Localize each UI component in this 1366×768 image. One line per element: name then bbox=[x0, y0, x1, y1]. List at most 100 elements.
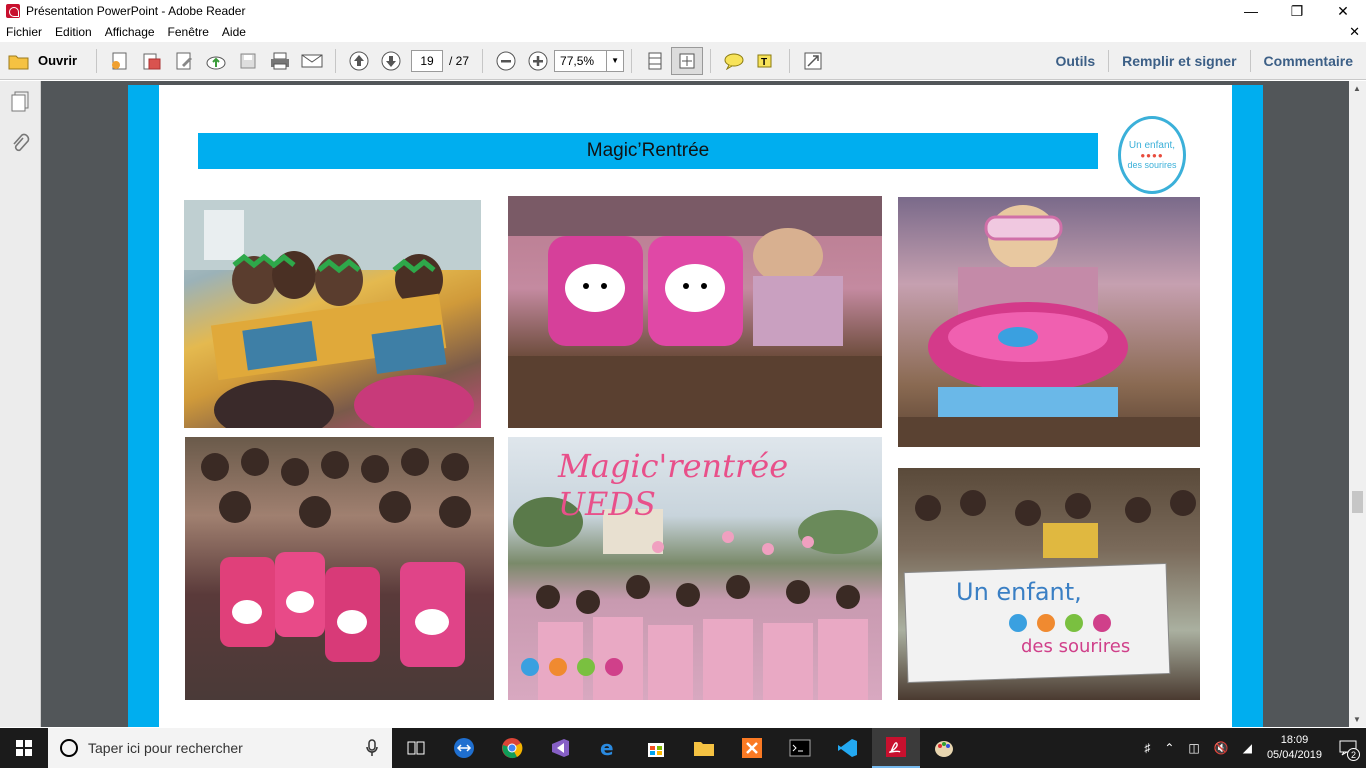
teamviewer-icon[interactable] bbox=[440, 728, 488, 768]
svg-text:T: T bbox=[761, 57, 767, 68]
chevron-down-icon[interactable]: ▼ bbox=[606, 50, 623, 71]
photo-magic-rentree-ueds: Magic'rentrée UEDS bbox=[508, 437, 882, 700]
scroll-up-icon[interactable]: ▲ bbox=[1353, 84, 1361, 93]
menu-fichier[interactable]: Fichier bbox=[6, 25, 42, 39]
people-icon[interactable]: ♯ bbox=[1144, 741, 1150, 755]
open-button[interactable]: Ouvrir bbox=[8, 47, 87, 75]
system-tray: ♯ ⌃ ◫ 🔇 ◢ 18:09 05/04/2019 2 bbox=[1137, 728, 1366, 768]
notification-count-badge: 2 bbox=[1347, 748, 1360, 761]
file-explorer-icon[interactable] bbox=[680, 728, 728, 768]
page-total: / 27 bbox=[449, 53, 470, 68]
save-icon[interactable] bbox=[232, 47, 264, 75]
toolbar-separator bbox=[710, 48, 712, 73]
zoom-in-icon[interactable] bbox=[522, 47, 554, 75]
email-icon[interactable] bbox=[296, 47, 328, 75]
adobe-reader-icon bbox=[6, 4, 20, 18]
slide-title: Magic’Rentrée bbox=[586, 140, 710, 161]
menu-fenetre[interactable]: Fenêtre bbox=[168, 25, 209, 39]
photo-classroom-masks bbox=[184, 200, 481, 428]
edit-pdf-icon[interactable] bbox=[168, 47, 200, 75]
right-panel-links: Outils Remplir et signer Commentaire bbox=[1042, 42, 1366, 80]
close-button[interactable]: ✕ bbox=[1320, 0, 1366, 22]
notification-center-icon[interactable]: 2 bbox=[1330, 728, 1366, 768]
network-icon[interactable]: ◢ bbox=[1243, 741, 1252, 755]
slide-title-banner: Magic’Rentrée bbox=[198, 133, 1098, 169]
svg-text:e: e bbox=[600, 737, 614, 759]
clock-date: 05/04/2019 bbox=[1266, 749, 1322, 761]
battery-icon[interactable]: ◫ bbox=[1188, 741, 1199, 755]
vscode-icon[interactable] bbox=[824, 728, 872, 768]
slide-page: Magic’Rentrée Un enfant, ●●●● des sourir… bbox=[128, 85, 1263, 727]
search-placeholder: Taper ici pour rechercher bbox=[88, 740, 243, 756]
windows-logo-icon bbox=[16, 740, 32, 756]
edge-icon[interactable]: e bbox=[584, 728, 632, 768]
menu-affichage[interactable]: Affichage bbox=[105, 25, 155, 39]
show-hidden-icons-chevron-icon[interactable]: ⌃ bbox=[1164, 741, 1174, 755]
store-icon[interactable] bbox=[632, 728, 680, 768]
photo-hello-kitty-backpacks bbox=[508, 196, 882, 428]
windows-taskbar: Taper ici pour rechercher e ♯ ⌃ ◫ 🔇 ◢ 18… bbox=[0, 728, 1366, 768]
photo-crowd-backpacks bbox=[185, 437, 494, 700]
command-prompt-icon[interactable] bbox=[776, 728, 824, 768]
fit-page-icon[interactable] bbox=[671, 46, 704, 75]
document-view[interactable]: Magic’Rentrée Un enfant, ●●●● des sourir… bbox=[41, 81, 1349, 727]
children-figures-icon: ●●●● bbox=[1140, 151, 1164, 160]
maximize-button[interactable]: ❐ bbox=[1274, 0, 1320, 22]
paint-icon[interactable] bbox=[920, 728, 968, 768]
attachment-icon[interactable] bbox=[10, 133, 30, 158]
create-pdf-icon[interactable] bbox=[104, 47, 136, 75]
outils-link[interactable]: Outils bbox=[1042, 50, 1108, 72]
xampp-icon[interactable] bbox=[728, 728, 776, 768]
microphone-icon[interactable] bbox=[366, 739, 378, 757]
clock[interactable]: 18:09 05/04/2019 bbox=[1267, 733, 1322, 763]
document-close-icon[interactable]: ✕ bbox=[1349, 24, 1360, 40]
commentaire-link[interactable]: Commentaire bbox=[1249, 50, 1366, 72]
print-icon[interactable] bbox=[264, 47, 296, 75]
next-page-icon[interactable] bbox=[375, 47, 407, 75]
vertical-scrollbar[interactable]: ▲ ▼ bbox=[1349, 81, 1366, 727]
navigation-panel bbox=[0, 81, 41, 727]
photo-banner-text-top: Un enfant, bbox=[956, 578, 1082, 606]
slide-content: Magic’Rentrée Un enfant, ●●●● des sourir… bbox=[159, 85, 1232, 727]
menu-edition[interactable]: Edition bbox=[55, 25, 92, 39]
scrollbar-thumb[interactable] bbox=[1352, 491, 1363, 513]
minimize-button[interactable]: — bbox=[1228, 0, 1274, 22]
scroll-mode-icon[interactable] bbox=[639, 47, 671, 75]
menu-bar: Fichier Edition Affichage Fenêtre Aide ✕ bbox=[0, 22, 1366, 42]
page-number-input[interactable]: 19 bbox=[411, 49, 444, 72]
toolbar-separator bbox=[482, 48, 484, 73]
adobe-reader-taskbar-icon[interactable] bbox=[872, 728, 920, 768]
fullscreen-icon[interactable] bbox=[797, 47, 829, 75]
scroll-down-icon[interactable]: ▼ bbox=[1353, 715, 1361, 724]
association-logo: Un enfant, ●●●● des sourires bbox=[1118, 116, 1186, 194]
comment-icon[interactable] bbox=[718, 47, 750, 75]
title-bar: Présentation PowerPoint - Adobe Reader —… bbox=[0, 0, 1366, 22]
cloud-upload-icon[interactable] bbox=[200, 47, 232, 75]
window-title: Présentation PowerPoint - Adobe Reader bbox=[26, 4, 246, 18]
combine-files-icon[interactable] bbox=[136, 47, 168, 75]
remplir-signer-link[interactable]: Remplir et signer bbox=[1108, 50, 1249, 72]
visual-studio-icon[interactable] bbox=[536, 728, 584, 768]
window-controls: — ❐ ✕ bbox=[1228, 0, 1366, 22]
toolbar-separator bbox=[96, 48, 98, 73]
start-button[interactable] bbox=[0, 728, 48, 768]
toolbar-separator bbox=[335, 48, 337, 73]
taskbar-search[interactable]: Taper ici pour rechercher bbox=[48, 728, 392, 768]
menu-aide[interactable]: Aide bbox=[222, 25, 246, 39]
zoom-out-icon[interactable] bbox=[490, 47, 522, 75]
highlight-icon[interactable]: T bbox=[750, 47, 782, 75]
toolbar: Ouvrir 19 / 27 77,5% ▼ T Outils Remplir … bbox=[0, 42, 1366, 80]
volume-muted-icon[interactable]: 🔇 bbox=[1214, 741, 1229, 755]
zoom-select[interactable]: 77,5% ▼ bbox=[554, 49, 625, 72]
toolbar-separator bbox=[789, 48, 791, 73]
clock-time: 18:09 bbox=[1280, 734, 1309, 746]
photo-caption-magic-rentree: Magic'rentrée UEDS bbox=[558, 447, 789, 523]
pages-icon[interactable] bbox=[10, 91, 30, 116]
photo-banner-text-bottom: des sourires bbox=[1021, 636, 1131, 657]
folder-icon bbox=[8, 55, 29, 69]
chrome-icon[interactable] bbox=[488, 728, 536, 768]
task-view-icon[interactable] bbox=[392, 728, 440, 768]
previous-page-icon[interactable] bbox=[343, 47, 375, 75]
toolbar-separator bbox=[631, 48, 633, 73]
cortana-icon bbox=[60, 739, 78, 757]
